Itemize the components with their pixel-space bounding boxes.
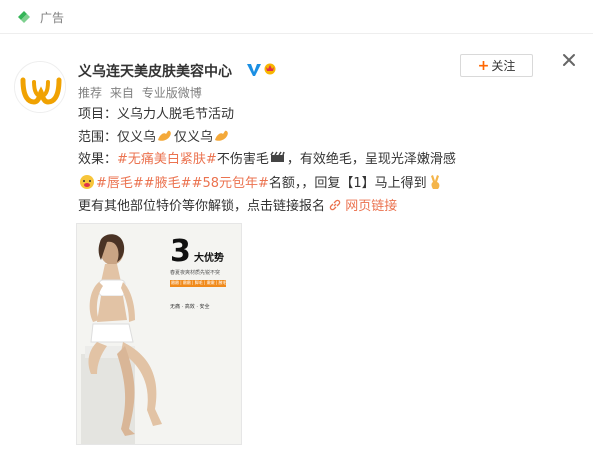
flex-arm-emoji-icon: [215, 130, 228, 141]
effect-mid: 不伤害毛: [216, 152, 269, 167]
hashtag-link[interactable]: #无痛美白紧肤#: [117, 152, 217, 167]
meta-source[interactable]: 专业版微博: [142, 86, 202, 100]
ad-tag-icon: [18, 11, 30, 23]
image-number: 3: [170, 234, 191, 269]
meta-recommend: 推荐: [78, 86, 103, 100]
ad-label: 广告: [40, 11, 65, 25]
image-features: 无痛 · 高效 · 安全: [170, 304, 210, 310]
flex-arm-emoji-icon: [158, 130, 171, 141]
scope-mid: 仅义乌: [174, 130, 214, 145]
post-line-cta: 更有其他部位特价等你解锁，点击链接报名 网页链接: [78, 198, 397, 216]
image-subtitle: 春夏夜爽材质先锐不突: [170, 270, 221, 276]
follow-button[interactable]: + 关注: [460, 54, 533, 77]
image-bar-text: 嫩嫩 | 嫩嫩 | 脚毛 | 嫩嫩 | 腋毛: [171, 280, 227, 285]
offer-text: 名额，，回复【1】马上得到: [268, 176, 427, 191]
plus-icon: +: [477, 57, 490, 74]
logo-image: [15, 62, 65, 112]
web-link[interactable]: 网页链接: [345, 199, 397, 214]
project-text: 项目：义乌力人脱毛节活动: [78, 107, 235, 122]
hair-emoji-icon: [270, 151, 285, 162]
post-meta: 推荐 来自 专业版微博: [78, 84, 202, 101]
follow-label: 关注: [491, 59, 516, 73]
link-icon: [329, 199, 341, 211]
verified-v-icon: [247, 64, 261, 76]
image-title: 大优势: [194, 253, 224, 264]
post-line-scope: 范围：仅义乌 仅义乌: [78, 128, 231, 147]
post-image[interactable]: 3 大优势 春夏夜爽材质先锐不突 嫩嫩 | 嫩嫩 | 脚毛 | 嫩嫩 | 腋毛 …: [76, 223, 242, 445]
face-emoji-icon: [80, 175, 94, 189]
close-icon[interactable]: [561, 52, 577, 68]
post-line-effect: 效果：#无痛美白紧肤#不伤害毛 ，有效绝毛，呈现光泽嫩滑感: [78, 150, 456, 169]
account-name[interactable]: 义乌连天美皮肤美容中心: [78, 61, 232, 81]
meta-from: 来自: [109, 86, 134, 100]
avatar[interactable]: [14, 61, 66, 113]
victory-hand-emoji-icon: [430, 175, 440, 189]
ad-bar: 广告: [0, 0, 593, 34]
effect-suffix: ，有效绝毛，呈现光泽嫩滑感: [286, 152, 456, 167]
cta-text: 更有其他部位特价等你解锁，点击链接报名: [78, 199, 326, 214]
hashtag-link[interactable]: #唇毛##腋毛##58元包年#: [96, 176, 269, 191]
crown-icon: [264, 63, 276, 75]
scope-prefix: 范围：仅义乌: [78, 130, 157, 145]
post-line-project: 项目：义乌力人脱毛节活动: [78, 106, 234, 124]
post-line-offer: #唇毛##腋毛##58元包年#名额，，回复【1】马上得到: [78, 174, 445, 193]
post-card: 义乌连天美皮肤美容中心 推荐 来自 专业版微博 + 关注 项目：义乌力人脱毛节活…: [0, 34, 593, 451]
effect-prefix: 效果：: [78, 152, 118, 167]
